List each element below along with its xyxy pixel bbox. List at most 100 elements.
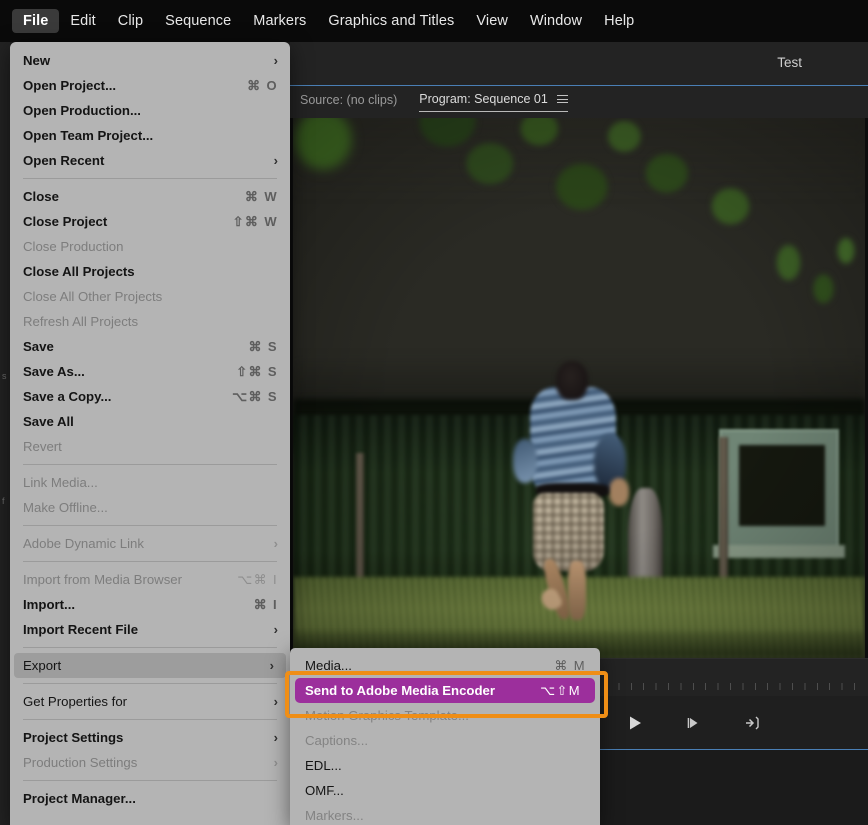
- menu-item-label: Production Settings: [23, 755, 138, 770]
- chevron-right-icon: ›: [273, 53, 278, 68]
- menu-item-label: Close All Projects: [23, 264, 135, 279]
- file-menu-item-save-all[interactable]: Save All: [10, 409, 290, 434]
- menu-item-label: New: [23, 53, 51, 68]
- menu-item-label: Refresh All Projects: [23, 314, 139, 329]
- chevron-right-icon: ›: [273, 730, 278, 745]
- menu-item-label: OMF...: [305, 783, 344, 798]
- menu-item-label: Captions...: [305, 733, 369, 748]
- menubar-item-help[interactable]: Help: [593, 9, 645, 33]
- menu-item-label: Import Recent File: [23, 622, 139, 637]
- file-menu-item-close-all-other-projects: Close All Other Projects: [10, 284, 290, 309]
- menu-item-label: Open Recent: [23, 153, 105, 168]
- file-menu-item-import[interactable]: Import... ⌘ I: [10, 592, 290, 617]
- menu-item-label: Close: [23, 189, 59, 204]
- menu-item-label: Import from Media Browser: [23, 572, 183, 587]
- menu-item-label: Revert: [23, 439, 62, 454]
- tab-program-label: Program: Sequence 01: [419, 92, 548, 106]
- menubar-item-file[interactable]: File: [12, 9, 60, 33]
- tab-source[interactable]: Source: (no clips): [300, 93, 397, 112]
- file-menu-item-new[interactable]: New ›: [10, 48, 290, 73]
- tab-program-sequence-01[interactable]: Program: Sequence 01: [419, 92, 568, 112]
- menu-item-shortcut: ⌘ W: [244, 188, 278, 204]
- menubar-item-edit[interactable]: Edit: [59, 9, 106, 33]
- menu-item-shortcut: ⇧⌘ S: [236, 363, 278, 379]
- menu-item-label: Open Production...: [23, 103, 141, 118]
- menubar-item-markers[interactable]: Markers: [242, 9, 317, 33]
- menu-separator: [23, 719, 277, 720]
- menu-separator: [23, 780, 277, 781]
- file-menu-item-close-production: Close Production: [10, 234, 290, 259]
- menu-item-shortcut: ⌘ M: [554, 657, 586, 673]
- file-menu-item-open-team-project[interactable]: Open Team Project...: [10, 123, 290, 148]
- menu-item-label: Get Properties for: [23, 694, 128, 709]
- file-menu-item-save[interactable]: Save ⌘ S: [10, 334, 290, 359]
- frame-vignette: [293, 118, 865, 658]
- export-menu-item-send-to-adobe-media-encoder[interactable]: Send to Adobe Media Encoder ⌥⇧M: [295, 678, 595, 703]
- chevron-right-icon: ›: [273, 694, 278, 709]
- menu-item-label: Save a Copy...: [23, 389, 112, 404]
- menubar-item-sequence[interactable]: Sequence: [154, 9, 242, 33]
- menu-item-label: Save As...: [23, 364, 85, 379]
- file-menu-item-make-offline: Make Offline...: [10, 495, 290, 520]
- menubar-item-window[interactable]: Window: [519, 9, 593, 33]
- file-menu-item-close-project[interactable]: Close Project ⇧⌘ W: [10, 209, 290, 234]
- menu-item-shortcut: ⌘ I: [253, 596, 278, 612]
- step-forward-icon[interactable]: [680, 710, 706, 736]
- menu-item-label: Close Project: [23, 214, 108, 229]
- chevron-right-icon: ›: [273, 622, 278, 637]
- file-menu-item-revert: Revert: [10, 434, 290, 459]
- obscured-text-b: f: [2, 496, 5, 506]
- menu-item-shortcut: ⌥⇧M: [540, 682, 581, 698]
- file-menu-item-production-settings: Production Settings ›: [10, 750, 290, 775]
- export-menu-item-markers: Markers...: [290, 803, 600, 825]
- file-menu-item-save-a-copy[interactable]: Save a Copy... ⌥⌘ S: [10, 384, 290, 409]
- file-menu-item-project-settings[interactable]: Project Settings ›: [10, 725, 290, 750]
- video-preview-area: [290, 118, 868, 658]
- file-menu-item-open-production[interactable]: Open Production...: [10, 98, 290, 123]
- menu-item-label: Close Production: [23, 239, 124, 254]
- obscured-text-a: s: [2, 371, 7, 381]
- hamburger-icon[interactable]: [556, 93, 568, 106]
- file-menu-item-open-project[interactable]: Open Project... ⌘ O: [10, 73, 290, 98]
- menu-item-label: Close All Other Projects: [23, 289, 163, 304]
- menubar-item-graphics-and-titles[interactable]: Graphics and Titles: [317, 9, 465, 33]
- menubar-item-view[interactable]: View: [465, 9, 519, 33]
- file-menu-item-open-recent[interactable]: Open Recent ›: [10, 148, 290, 173]
- menu-item-label: Markers...: [305, 808, 364, 823]
- chevron-right-icon: ›: [273, 755, 278, 770]
- menubar-item-clip[interactable]: Clip: [107, 9, 154, 33]
- chevron-right-icon: ›: [273, 153, 278, 168]
- menu-separator: [23, 525, 277, 526]
- export-menu-item-media[interactable]: Media... ⌘ M: [290, 653, 600, 678]
- menu-item-label: Adobe Dynamic Link: [23, 536, 144, 551]
- export-menu-item-edl[interactable]: EDL...: [290, 753, 600, 778]
- menu-item-shortcut: ⌥⌘ S: [232, 388, 278, 404]
- menu-item-shortcut: ⌥⌘ I: [237, 571, 278, 587]
- file-menu-item-export[interactable]: Export ›: [14, 653, 286, 678]
- export-menu-item-omf[interactable]: OMF...: [290, 778, 600, 803]
- menu-item-label: Import...: [23, 597, 76, 612]
- menu-separator: [23, 178, 277, 179]
- file-menu-item-import-from-media-browser: Import from Media Browser ⌥⌘ I: [10, 567, 290, 592]
- play-icon[interactable]: [622, 710, 648, 736]
- go-to-out-icon[interactable]: [738, 710, 764, 736]
- menu-separator: [23, 464, 277, 465]
- file-menu-item-get-properties-for[interactable]: Get Properties for ›: [10, 689, 290, 714]
- file-menu-item-save-as[interactable]: Save As... ⇧⌘ S: [10, 359, 290, 384]
- video-frame-boy-running[interactable]: [293, 118, 865, 658]
- menu-item-label: Media...: [305, 658, 352, 673]
- file-menu-item-close-all-projects[interactable]: Close All Projects: [10, 259, 290, 284]
- menu-item-label: Export: [23, 658, 62, 673]
- macos-menu-bar: File Edit Clip Sequence Markers Graphics…: [0, 0, 868, 42]
- file-dropdown-menu: New › Open Project... ⌘ O Open Production...…: [10, 42, 290, 825]
- menu-item-shortcut: ⌘ S: [248, 338, 278, 354]
- file-menu-item-close[interactable]: Close ⌘ W: [10, 184, 290, 209]
- export-menu-item-captions: Captions...: [290, 728, 600, 753]
- file-menu-item-import-recent-file[interactable]: Import Recent File ›: [10, 617, 290, 642]
- file-menu-item-project-manager[interactable]: Project Manager...: [10, 786, 290, 811]
- file-menu-item-link-media: Link Media...: [10, 470, 290, 495]
- menu-item-shortcut: ⇧⌘ W: [232, 213, 278, 229]
- premiere-pro-window: File Edit Clip Sequence Markers Graphics…: [0, 0, 868, 825]
- menu-separator: [23, 647, 277, 648]
- menu-item-label: Motion Graphics Template...: [305, 708, 469, 723]
